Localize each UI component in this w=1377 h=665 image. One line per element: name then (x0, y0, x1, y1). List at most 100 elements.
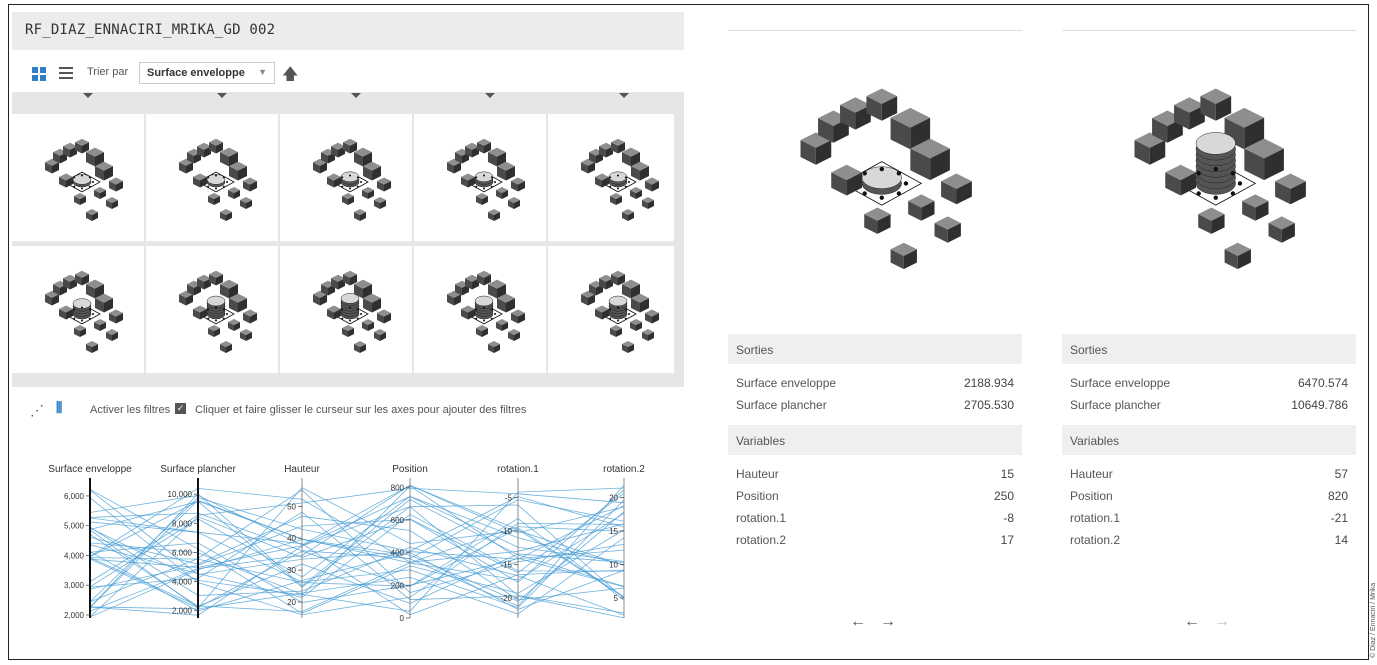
arrow-right-icon[interactable]: → (1214, 613, 1230, 631)
property-row: rotation.1 -8 (736, 511, 1014, 531)
project-title: RF_DIAZ_ENNACIRI_MRIKA_GD 002 (25, 22, 276, 38)
tick-label: 2,000 (64, 611, 85, 620)
sort-select[interactable]: Surface enveloppe ▼ (139, 62, 275, 84)
list-view-icon[interactable] (59, 67, 73, 79)
building-block (240, 197, 252, 209)
building-block (642, 197, 654, 209)
property-name: Position (1070, 489, 1113, 503)
arrow-right-icon[interactable]: → (880, 613, 896, 631)
result-thumbnail[interactable] (280, 246, 412, 373)
building-block (1224, 242, 1251, 270)
filter-hint: Cliquer et faire glisser le curseur sur … (195, 404, 527, 416)
building-block (362, 319, 374, 331)
result-thumbnail[interactable] (146, 114, 278, 241)
tick-label: 10 (609, 560, 618, 569)
outputs-section-title: Sorties (1070, 343, 1108, 357)
property-value: 250 (993, 489, 1014, 503)
building-block (477, 270, 491, 286)
property-row: Hauteur 57 (1070, 467, 1348, 487)
arrow-up-icon[interactable]: 🡅 (282, 63, 298, 90)
grid-view-icon[interactable] (32, 67, 46, 81)
tick-label: 4,000 (172, 578, 193, 587)
thumbnail-render (179, 270, 257, 353)
result-thumbnail[interactable] (280, 114, 412, 241)
thumbnail-expand-caret[interactable] (619, 93, 629, 98)
property-value: 820 (1327, 489, 1348, 503)
outputs-section-header: Sorties (1062, 334, 1356, 364)
tower-model (70, 174, 94, 190)
arrow-left-icon[interactable]: ← (1184, 613, 1200, 631)
building-block (343, 270, 357, 286)
tick-label: 3,000 (64, 581, 85, 590)
building-block (508, 197, 520, 209)
property-name: Surface plancher (736, 398, 827, 412)
thumbnail-render (313, 138, 391, 221)
result-thumbnail[interactable] (146, 246, 278, 373)
building-block (476, 325, 488, 337)
result-thumbnail[interactable] (548, 114, 674, 241)
building-block (1165, 164, 1197, 196)
arrow-left-icon[interactable]: ← (850, 613, 866, 631)
thumbnail-expand-caret[interactable] (485, 93, 495, 98)
property-value: 10649.786 (1291, 398, 1348, 412)
property-row: rotation.1 -21 (1070, 511, 1348, 531)
tick-label: -20 (500, 594, 512, 603)
result-thumbnail[interactable] (414, 246, 546, 373)
building-block (209, 270, 223, 286)
building-block (496, 187, 508, 199)
tick-label: 200 (391, 581, 405, 590)
property-name: Hauteur (1070, 467, 1113, 481)
property-row: Surface plancher 10649.786 (1070, 398, 1348, 418)
tick-label: -15 (500, 560, 512, 569)
thumbnail-expand-caret[interactable] (217, 93, 227, 98)
outputs-section-title: Sorties (736, 343, 774, 357)
tower-model (855, 166, 909, 200)
result-thumbnail[interactable] (12, 246, 144, 373)
building-block (208, 193, 220, 205)
parallel-coordinates-chart[interactable]: Surface enveloppe 2,000 3,000 4,000 5,000 6,0… (12, 460, 672, 632)
chevron-down-icon: ▼ (258, 67, 267, 77)
property-name: rotation.1 (736, 511, 787, 525)
building-block (75, 138, 89, 154)
tick-label: 50 (287, 502, 296, 511)
property-name: Hauteur (736, 467, 779, 481)
activate-filters-checkbox[interactable]: ✓ (175, 403, 186, 414)
property-name: Surface plancher (1070, 398, 1161, 412)
building-block (645, 177, 659, 192)
building-block (908, 194, 935, 221)
thumbnail-render (581, 138, 659, 221)
property-row: Surface enveloppe 2188.934 (736, 376, 1014, 396)
result-detail-card: Sorties Surface enveloppe 6470.574 Surface … (1062, 12, 1356, 652)
axis-rotation-1[interactable]: rotation.1 -20 -15 -10 -5 (497, 464, 539, 618)
result-thumbnail[interactable] (12, 114, 144, 241)
property-name: Surface enveloppe (1070, 376, 1171, 390)
axis-title: rotation.1 (497, 464, 539, 475)
building-block (488, 341, 500, 353)
building-block (934, 216, 961, 243)
parallel-coordinates-icon[interactable]: ⫴ (56, 400, 62, 417)
building-block (377, 177, 391, 192)
property-value: -8 (1003, 511, 1014, 525)
tick-label: 8,000 (172, 519, 193, 528)
result-thumbnail[interactable] (414, 114, 546, 241)
building-block (94, 187, 106, 199)
scatter-plot-icon[interactable]: ⋰ (30, 402, 44, 419)
axis-title: Position (392, 464, 428, 475)
building-block (354, 209, 366, 221)
results-gallery (12, 92, 684, 387)
building-block (610, 325, 622, 337)
thumbnail-expand-caret[interactable] (83, 93, 93, 98)
property-name: rotation.1 (1070, 511, 1121, 525)
result-thumbnail[interactable] (548, 246, 674, 373)
property-name: rotation.2 (1070, 533, 1121, 547)
series-lines (89, 484, 625, 619)
building-block (106, 329, 118, 341)
property-name: Surface enveloppe (736, 376, 837, 390)
building-block (74, 325, 86, 337)
building-block (362, 187, 374, 199)
tick-label: 40 (287, 534, 296, 543)
building-block (642, 329, 654, 341)
thumbnail-expand-caret[interactable] (351, 93, 361, 98)
axis-rotation-2[interactable]: rotation.2 5 10 15 20 (603, 464, 645, 618)
card-divider (1062, 30, 1356, 31)
